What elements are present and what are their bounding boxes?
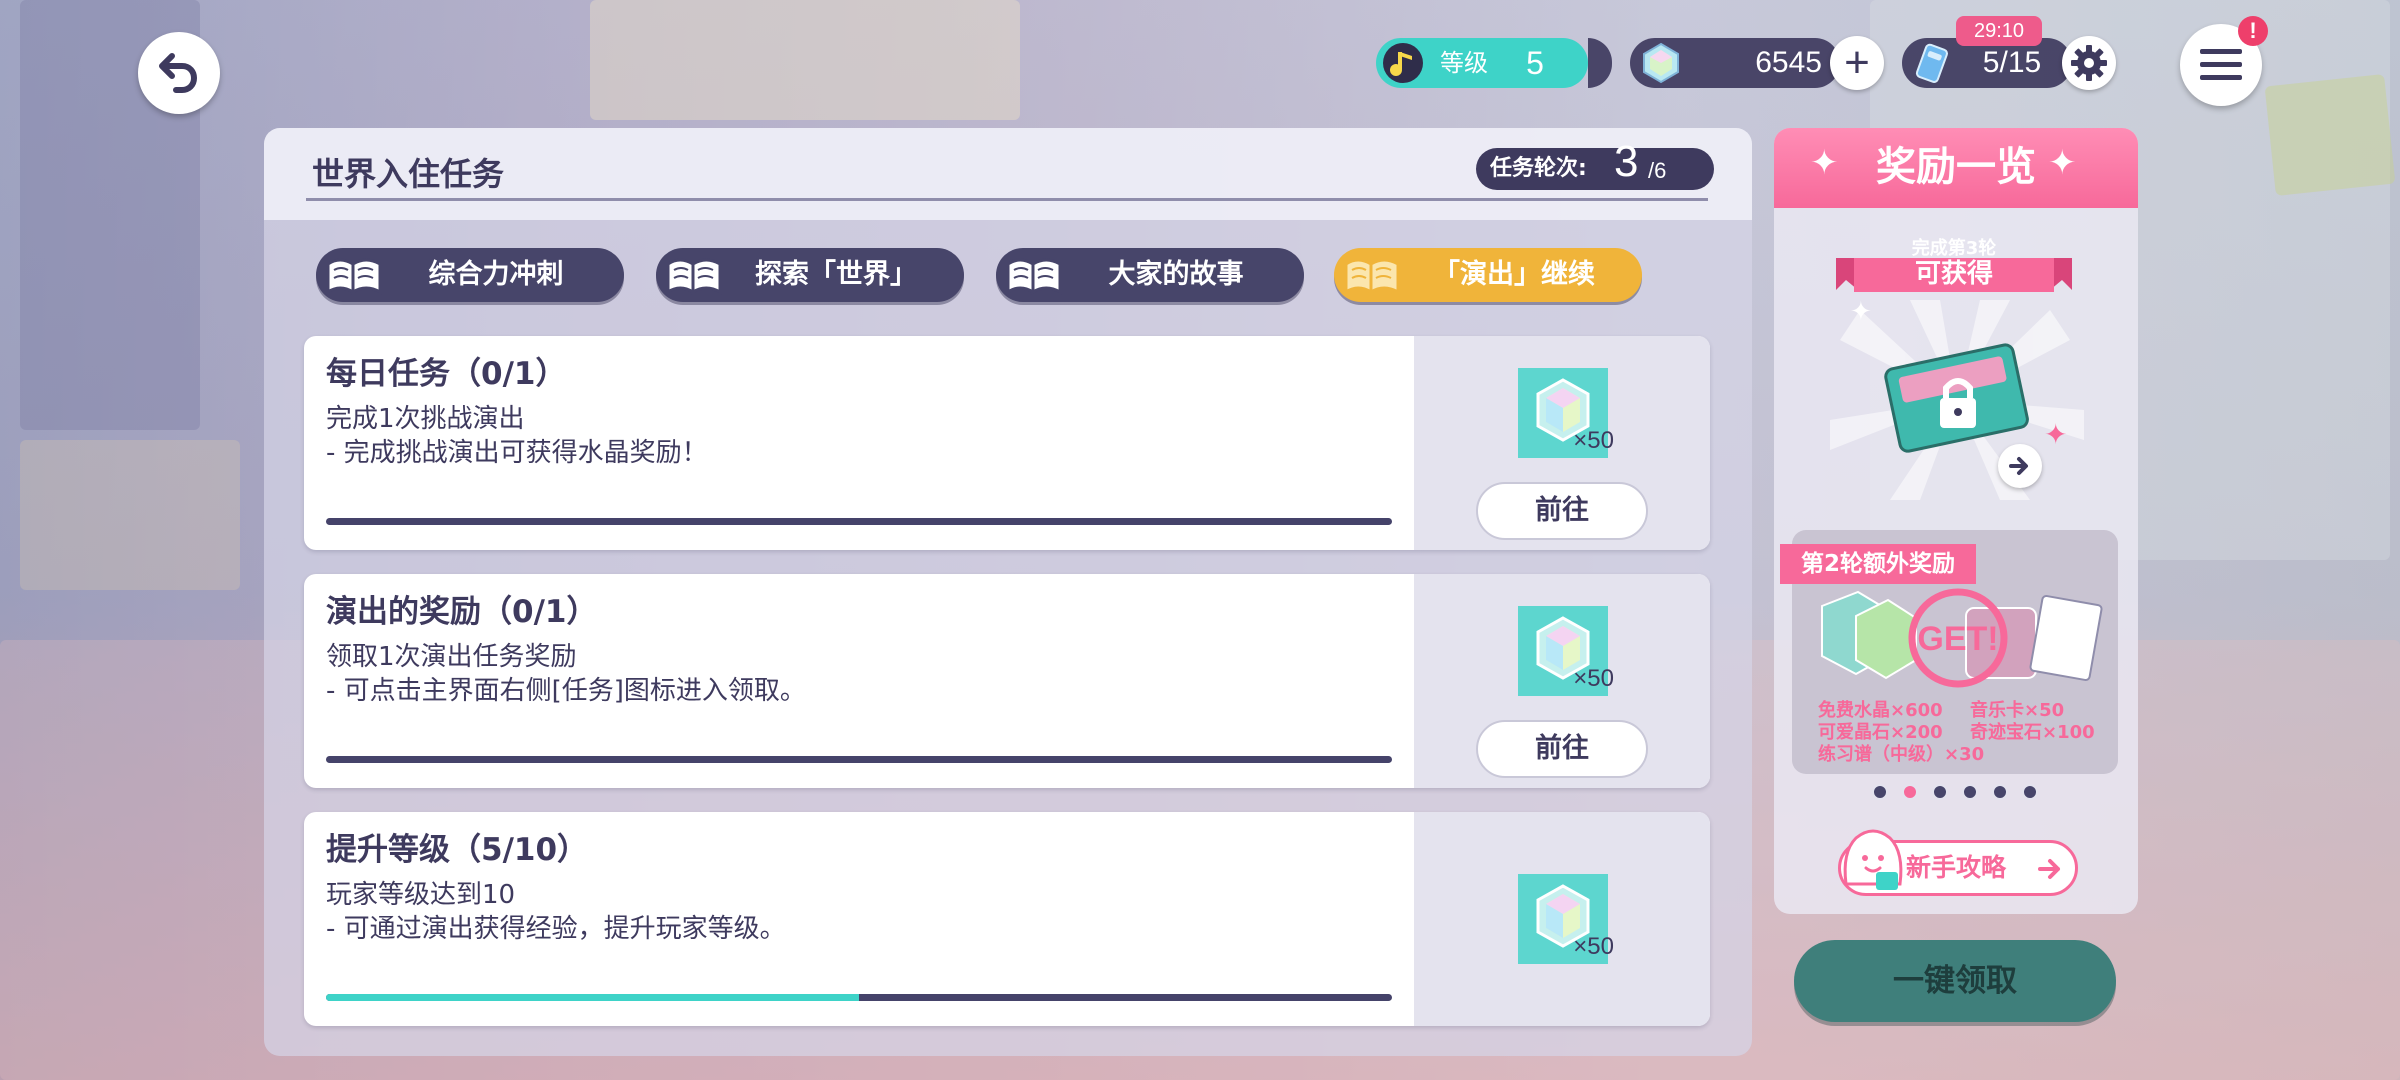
tab-label: 探索「世界」: [755, 259, 917, 290]
add-crystal-button[interactable]: +: [1830, 36, 1884, 90]
level-value: 5: [1526, 45, 1544, 81]
rewards-title: 奖励一览: [1876, 144, 2036, 190]
reward-quantity: ×50: [1573, 665, 1614, 692]
svg-text:GET!: GET!: [1917, 620, 1998, 658]
reward-quantity: ×50: [1573, 427, 1614, 454]
carousel-dot[interactable]: [1932, 784, 1948, 800]
tab-label: 大家的故事: [1108, 259, 1244, 290]
ribbon-title: 可获得: [1914, 259, 1993, 289]
crystal-count: 6545: [1755, 46, 1822, 79]
task-description: 玩家等级达到10: [326, 880, 516, 910]
settings-button[interactable]: [2062, 36, 2116, 90]
round-label: 任务轮次:: [1490, 156, 1587, 181]
task-description: 完成1次挑战演出: [326, 404, 525, 434]
background-sign: [2264, 74, 2396, 196]
goto-button[interactable]: 前往: [1476, 720, 1648, 778]
music-note-icon: [1378, 38, 1428, 88]
carousel-dot[interactable]: [2022, 784, 2038, 800]
carousel-dot[interactable]: [1902, 784, 1918, 800]
task-progress-bar: [326, 518, 1392, 525]
gear-icon: [2071, 45, 2107, 81]
task-hint: - 完成挑战演出可获得水晶奖励！: [326, 438, 708, 468]
bonus-item: 奇迹宝石×100: [1970, 722, 2095, 743]
tab-label: 「演出」继续: [1433, 259, 1595, 290]
task-hint: - 可点击主界面右侧[任务]图标进入领取。: [326, 676, 806, 706]
book-icon: [326, 258, 382, 295]
arrow-right-icon: [2038, 859, 2060, 879]
stamina-timer: 29:10: [1956, 16, 2042, 46]
background-shop: [20, 440, 240, 590]
tab-power-sprint[interactable]: 综合力冲刺: [316, 248, 624, 302]
next-reward-button[interactable]: [1998, 444, 2042, 488]
svg-text:✦: ✦: [2044, 418, 2067, 451]
carousel-dots: [1872, 784, 2040, 802]
stamina-count: 5/15: [1982, 46, 2042, 79]
carousel-dot[interactable]: [1992, 784, 2008, 800]
tab-explore-world[interactable]: 探索「世界」: [656, 248, 964, 302]
bonus-item: 音乐卡×50: [1970, 700, 2065, 721]
bonus-item: 可爱晶石×200: [1818, 722, 1943, 743]
notification-badge: !: [2238, 16, 2268, 46]
svg-text:✦: ✦: [1850, 300, 1872, 327]
crystal-icon: [1638, 40, 1684, 86]
task-progress-bar: [326, 994, 1392, 1001]
tab-everyones-story[interactable]: 大家的故事: [996, 248, 1304, 302]
task-progress-fill: [326, 994, 859, 1001]
arrow-right-icon: [2009, 457, 2028, 475]
page-title: 世界入住任务: [312, 155, 505, 193]
plus-icon: +: [1844, 38, 1870, 87]
bonus-tag: 第2轮额外奖励: [1780, 544, 1976, 584]
task-progress-bar: [326, 756, 1392, 763]
claim-all-button[interactable]: 一键领取: [1794, 940, 2116, 1022]
title-divider: [306, 198, 1708, 201]
round-total: /6: [1648, 158, 1667, 183]
book-icon: [1344, 258, 1400, 295]
ribbon-subtitle: 完成第3轮: [1911, 238, 1997, 259]
get-stamp-icon: GET!: [1821, 588, 2103, 688]
carousel-dot[interactable]: [1872, 784, 1888, 800]
guide-label: 新手攻略: [1906, 853, 2007, 882]
mascot-icon: [1843, 829, 1903, 890]
task-card-level-up: 提升等级（5/10） 玩家等级达到10 - 可通过演出获得经验，提升玩家等级。 …: [304, 812, 1710, 1026]
tab-performance-continue[interactable]: 「演出」继续: [1334, 248, 1642, 302]
bonus-item: 练习谱（中级）×30: [1818, 744, 1985, 765]
back-button[interactable]: [138, 32, 220, 114]
reward-quantity: ×50: [1573, 933, 1614, 960]
level-bar-tail: [1588, 38, 1612, 88]
carousel-dot[interactable]: [1962, 784, 1978, 800]
stamina-ticket-icon: [1908, 40, 1954, 86]
task-title: 演出的奖励（0/1）: [326, 594, 598, 630]
hamburger-menu-icon: [2200, 49, 2242, 80]
book-icon: [666, 258, 722, 295]
book-icon: [1006, 258, 1062, 295]
goto-button[interactable]: 前往: [1476, 482, 1648, 540]
task-title: 每日任务（0/1）: [326, 356, 567, 392]
task-card-performance-reward: 演出的奖励（0/1） 领取1次演出任务奖励 - 可点击主界面右侧[任务]图标进入…: [304, 574, 1710, 788]
back-arrow-icon: [159, 53, 198, 93]
tab-label: 综合力冲刺: [428, 259, 564, 290]
task-card-daily: 每日任务（0/1） 完成1次挑战演出 - 完成挑战演出可获得水晶奖励！ ×50 …: [304, 336, 1710, 550]
level-label: 等级: [1440, 49, 1488, 77]
background-building: [590, 0, 1020, 120]
task-description: 领取1次演出任务奖励: [326, 642, 577, 672]
task-hint: - 可通过演出获得经验，提升玩家等级。: [326, 914, 786, 944]
task-title: 提升等级（5/10）: [326, 832, 589, 868]
bonus-item: 免费水晶×600: [1818, 700, 1943, 721]
locked-card-icon: ✦ ✦: [1830, 300, 2084, 500]
round-current: 3: [1614, 137, 1639, 186]
